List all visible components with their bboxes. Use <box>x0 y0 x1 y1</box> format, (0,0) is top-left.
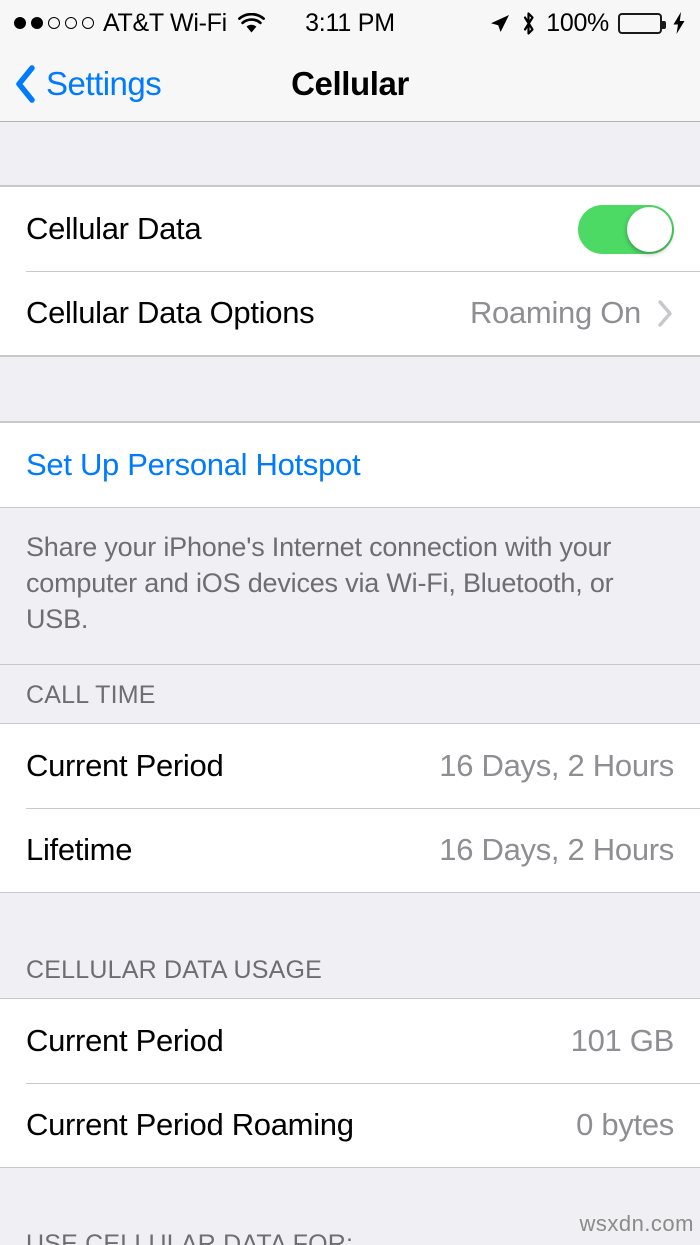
cellular-data-group: Cellular Data Cellular Data Options Roam… <box>0 186 700 356</box>
row-data-usage-current-period[interactable]: Current Period 101 GB <box>0 998 700 1083</box>
row-cellular-data[interactable]: Cellular Data <box>0 187 700 271</box>
row-call-time-current-period-value: 16 Days, 2 Hours <box>439 747 674 783</box>
row-cellular-data-label: Cellular Data <box>26 211 202 246</box>
page-title: Cellular <box>291 65 409 102</box>
watermark: wsxdn.com <box>579 1211 694 1236</box>
row-set-up-personal-hotspot[interactable]: Set Up Personal Hotspot <box>0 423 700 507</box>
row-data-usage-current-period-roaming[interactable]: Current Period Roaming 0 bytes <box>0 1082 700 1167</box>
row-cellular-data-options-value: Roaming On <box>469 295 641 330</box>
row-call-time-lifetime-value: 16 Days, 2 Hours <box>439 831 674 867</box>
personal-hotspot-footer: Share your iPhone's Internet connection … <box>0 508 700 665</box>
cellular-data-usage-header: CELLULAR DATA USAGE <box>0 892 700 998</box>
battery-percent-label: 100% <box>546 8 609 37</box>
row-data-usage-current-period-roaming-value: 0 bytes <box>576 1106 674 1142</box>
row-call-time-current-period[interactable]: Current Period 16 Days, 2 Hours <box>0 723 700 808</box>
row-call-time-lifetime-label: Lifetime <box>26 831 133 867</box>
row-call-time-current-period-label: Current Period <box>26 747 224 783</box>
personal-hotspot-group: Set Up Personal Hotspot <box>0 422 700 508</box>
lightning-bolt-icon <box>672 11 686 35</box>
row-data-usage-current-period-value: 101 GB <box>570 1022 675 1058</box>
row-call-time-lifetime[interactable]: Lifetime 16 Days, 2 Hours <box>0 807 700 892</box>
status-bar-right: 100% <box>488 0 686 46</box>
iphone-screen: AT&T Wi-Fi 3:11 PM 100% Settings Cellula… <box>0 0 700 1245</box>
status-bar: AT&T Wi-Fi 3:11 PM 100% <box>0 0 700 46</box>
location-arrow-icon <box>488 12 511 35</box>
call-time-group: Current Period 16 Days, 2 Hours Lifetime… <box>0 722 700 893</box>
row-data-usage-current-period-roaming-label: Current Period Roaming <box>26 1106 354 1142</box>
navigation-bar: Settings Cellular <box>0 46 700 122</box>
spacer-hotspot <box>0 356 700 422</box>
row-data-usage-current-period-label: Current Period <box>26 1022 224 1058</box>
toggle-knob <box>627 206 672 252</box>
cellular-data-usage-group: Current Period 101 GB Current Period Roa… <box>0 997 700 1168</box>
chevron-right-icon <box>657 299 674 328</box>
bluetooth-icon <box>520 11 537 36</box>
battery-full-icon <box>618 12 666 34</box>
cellular-data-toggle[interactable] <box>578 204 674 254</box>
call-time-header: CALL TIME <box>0 664 700 723</box>
row-cellular-data-options[interactable]: Cellular Data Options Roaming On <box>0 271 700 355</box>
set-up-personal-hotspot-label: Set Up Personal Hotspot <box>26 447 361 482</box>
spacer-top <box>0 122 700 186</box>
row-cellular-data-options-label: Cellular Data Options <box>26 295 315 330</box>
